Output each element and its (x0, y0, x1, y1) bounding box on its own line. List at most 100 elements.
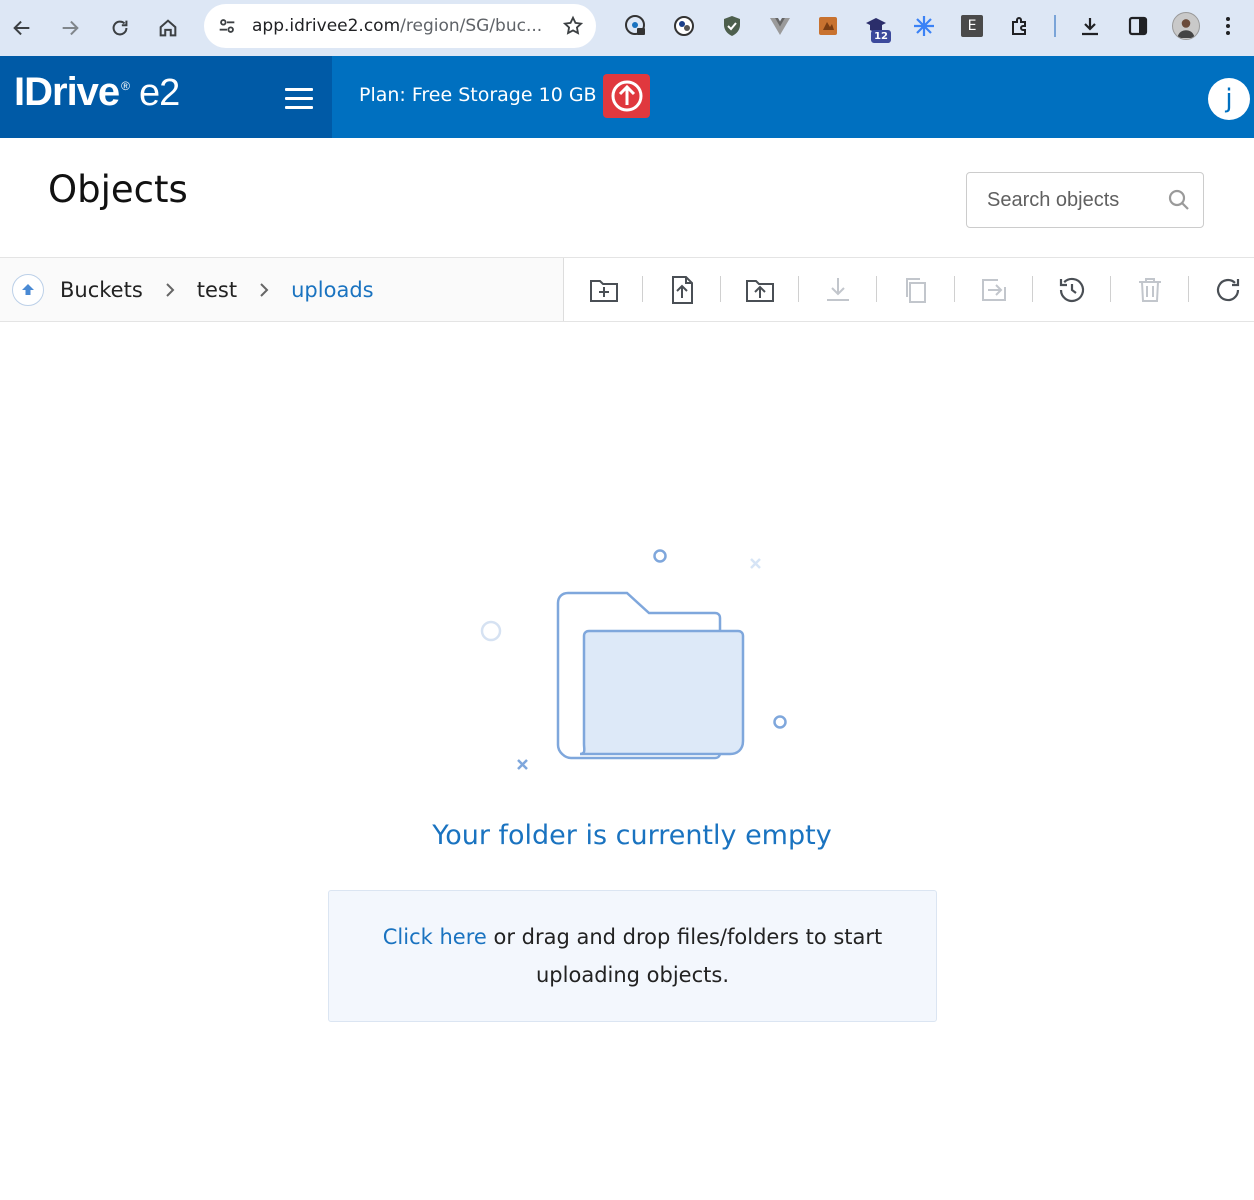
upgrade-arrow-icon (611, 80, 642, 112)
side-panel-button[interactable] (1114, 6, 1162, 46)
coins-icon (674, 16, 694, 36)
logo-registered: ® (121, 79, 130, 93)
refresh-button[interactable] (1189, 258, 1254, 321)
copy-icon (906, 277, 926, 303)
copy-button[interactable] (877, 258, 955, 321)
url-path: /region/SG/buc... (400, 16, 543, 36)
downloads-button[interactable] (1066, 6, 1114, 46)
folder-plus-icon (590, 279, 618, 302)
breadcrumb-uploads: uploads (291, 277, 374, 302)
breadcrumb-test[interactable]: test (197, 278, 237, 302)
trash-icon (1139, 277, 1161, 302)
upload-folder-button[interactable] (721, 258, 799, 321)
download-button[interactable] (799, 258, 877, 321)
history-icon (1059, 277, 1085, 302)
home-icon (159, 19, 177, 37)
home-arrow-icon (22, 283, 34, 295)
empty-folder-illustration (480, 549, 787, 770)
empty-state-title: Your folder is currently empty (432, 820, 832, 851)
refresh-icon (1216, 278, 1240, 301)
app-header: IDrive ® e2 Plan: Free Storage 10 GB j (0, 56, 1254, 138)
hamburger-line (285, 97, 313, 100)
decor-cross (750, 558, 761, 569)
extension-shield[interactable] (708, 6, 756, 46)
logo-product: e2 (139, 72, 180, 114)
dropzone-message: or drag and drop files/folders to start … (486, 925, 883, 987)
search-icon[interactable] (1167, 188, 1191, 212)
notebook-icon (819, 17, 837, 35)
chevron-right-icon (260, 282, 269, 297)
profile-avatar (1172, 12, 1200, 40)
move-button[interactable] (955, 258, 1033, 321)
reload-button[interactable] (100, 8, 140, 48)
arrow-right-icon (62, 20, 79, 36)
vue-icon (770, 18, 790, 35)
breadcrumb-buckets[interactable]: Buckets (60, 278, 143, 302)
hamburger-line (285, 88, 313, 91)
home-breadcrumb-button[interactable] (12, 273, 44, 306)
logo-text: IDrive (14, 70, 120, 114)
folder-icon (556, 591, 745, 760)
bookmark-star-icon[interactable] (562, 15, 584, 37)
extension-e[interactable]: E (948, 6, 996, 46)
site-settings-icon[interactable] (216, 15, 238, 37)
extension-password[interactable] (612, 6, 660, 46)
folder-upload-icon (746, 279, 774, 302)
upload-dropzone[interactable]: Click here or drag and drop files/folder… (328, 890, 937, 1022)
move-icon (982, 278, 1006, 301)
url-host: app.idrivee2.com (252, 16, 401, 36)
snowflake-icon (914, 16, 934, 36)
create-folder-button[interactable] (565, 258, 643, 321)
extension-graduation[interactable]: 12 (852, 6, 900, 46)
click-here-link[interactable]: Click here (383, 925, 487, 949)
extensions-area: 12 E (612, 6, 1246, 46)
back-button[interactable] (2, 8, 42, 48)
decor-cross (517, 759, 528, 770)
profile-button[interactable] (1162, 6, 1210, 46)
extension-badge: 12 (871, 30, 891, 43)
e-letter-icon: E (961, 15, 983, 37)
download-icon (827, 277, 849, 301)
arrow-left-icon (13, 20, 30, 36)
idrive-e2-logo[interactable]: IDrive ® e2 (14, 70, 180, 115)
decor-circle (480, 620, 502, 642)
version-history-button[interactable] (1033, 258, 1111, 321)
file-upload-icon (672, 275, 693, 304)
forward-button[interactable] (50, 8, 90, 48)
reload-icon (112, 20, 128, 36)
object-actions (565, 258, 1254, 321)
address-bar[interactable]: app.idrivee2.com/region/SG/buc... (204, 4, 596, 48)
logo-area: IDrive ® e2 (0, 56, 332, 138)
decor-circle (773, 715, 787, 729)
extension-orange[interactable] (804, 6, 852, 46)
dropzone-text: Click here or drag and drop files/folder… (369, 918, 896, 994)
chevron-right-icon (166, 282, 175, 297)
extension-coins[interactable] (660, 6, 708, 46)
extension-snowflake[interactable] (900, 6, 948, 46)
menu-toggle-button[interactable] (285, 88, 313, 110)
search-input[interactable] (987, 188, 1167, 212)
hamburger-line (285, 106, 313, 109)
page-title: Objects (48, 168, 188, 211)
objects-toolbar: Buckets test uploads (0, 257, 1254, 322)
password-manager-icon (625, 15, 645, 35)
person-icon (1177, 19, 1195, 38)
toolbar-divider (1054, 15, 1056, 37)
delete-button[interactable] (1111, 258, 1189, 321)
upgrade-button[interactable] (603, 74, 650, 118)
shield-icon (724, 16, 740, 36)
side-panel-icon (1128, 16, 1148, 36)
browser-toolbar: app.idrivee2.com/region/SG/buc... 12 E (0, 0, 1254, 56)
plan-label: Plan: Free Storage 10 GB (359, 84, 597, 106)
puzzle-icon (1012, 17, 1026, 35)
upload-file-button[interactable] (643, 258, 721, 321)
chrome-menu-button[interactable] (1210, 6, 1246, 46)
extensions-menu-button[interactable] (996, 6, 1044, 46)
url-text: app.idrivee2.com/region/SG/buc... (252, 16, 562, 36)
breadcrumb: Buckets test uploads (0, 258, 564, 321)
search-box (966, 172, 1204, 228)
extension-vue[interactable] (756, 6, 804, 46)
home-button[interactable] (148, 8, 188, 48)
user-avatar[interactable]: j (1208, 78, 1250, 120)
decor-circle (653, 549, 667, 563)
